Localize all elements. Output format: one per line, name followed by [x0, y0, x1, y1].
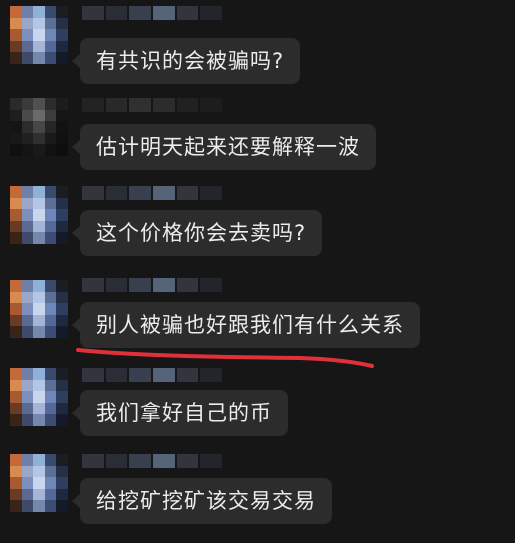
avatar[interactable]: [10, 186, 68, 244]
sender-name-blurred: [82, 98, 223, 112]
message-bubble[interactable]: 给挖矿挖矿该交易交易: [72, 478, 332, 524]
message-text: 我们拿好自己的币: [96, 401, 272, 425]
message-text: 估计明天起来还要解释一波: [96, 135, 360, 159]
message-text: 别人被骗也好跟我们有什么关系: [96, 313, 404, 337]
sender-name-blurred: [82, 6, 223, 20]
message-text: 有共识的会被骗吗?: [96, 49, 285, 73]
message-bubble[interactable]: 我们拿好自己的币: [72, 390, 288, 436]
avatar[interactable]: [10, 6, 68, 64]
message-bubble[interactable]: 别人被骗也好跟我们有什么关系: [72, 302, 420, 348]
sender-name-blurred: [82, 186, 223, 200]
message-bubble[interactable]: 估计明天起来还要解释一波: [72, 124, 376, 170]
message-bubble[interactable]: 这个价格你会去卖吗?: [71, 210, 323, 256]
sender-name-blurred: [82, 368, 223, 382]
avatar[interactable]: [10, 454, 68, 512]
chat-message-list: 有共识的会被骗吗? 估计明天起来还要解释一波 这个价格你会去卖吗? 别人被骗也好…: [0, 0, 515, 543]
message-text: 给挖矿挖矿该交易交易: [96, 489, 316, 513]
avatar[interactable]: [10, 368, 68, 426]
avatar[interactable]: [10, 280, 68, 338]
message-bubble[interactable]: 有共识的会被骗吗?: [71, 38, 301, 84]
underline-stroke: [76, 348, 374, 368]
sender-name-blurred: [82, 278, 223, 292]
message-text: 这个价格你会去卖吗?: [96, 221, 307, 245]
sender-name-blurred: [82, 454, 223, 468]
avatar[interactable]: [10, 98, 68, 156]
